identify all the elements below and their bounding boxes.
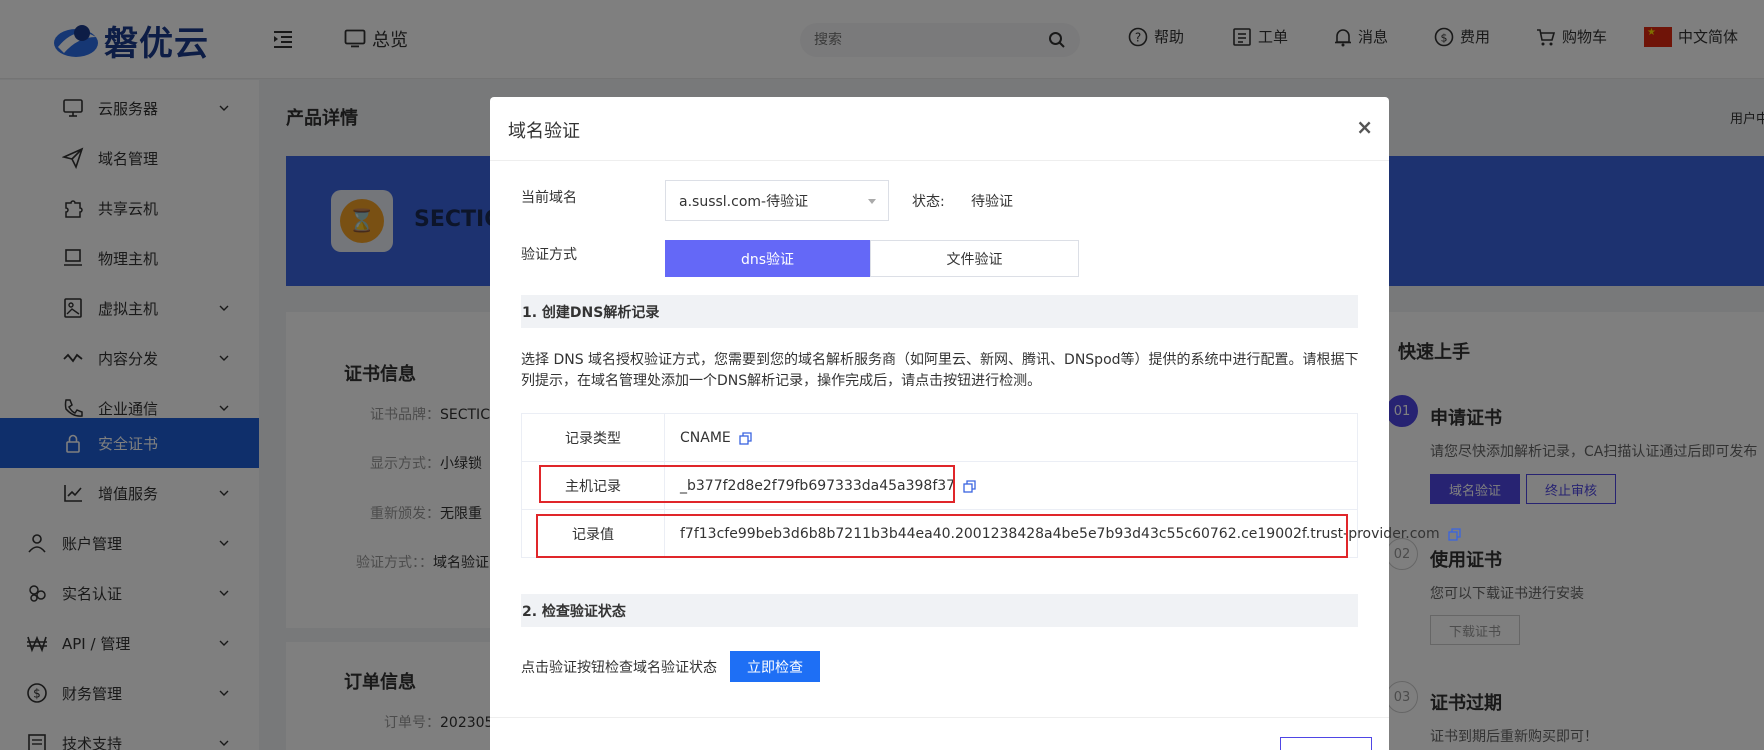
dns-instructions: 选择 DNS 域名授权验证方式，您需要到您的域名解析服务商（如阿里云、新网、腾讯… — [521, 352, 1359, 389]
record-value-cell: CNAME — [680, 414, 752, 462]
copy-icon[interactable] — [963, 479, 976, 493]
status-label: 状态: — [912, 194, 945, 210]
record-key: 记录类型 — [522, 414, 665, 462]
copy-icon[interactable] — [739, 431, 752, 445]
domain-label: 当前域名 — [521, 190, 577, 206]
caret-down-icon — [868, 199, 876, 204]
tab-file-verify[interactable]: 文件验证 — [870, 240, 1079, 277]
method-label: 验证方式 — [521, 247, 577, 263]
tab-dns-verify[interactable]: dns验证 — [665, 240, 870, 277]
highlight-box-value — [536, 514, 1348, 558]
record-value[interactable]: CNAME — [680, 430, 731, 446]
modal-footer-divider — [490, 717, 1389, 718]
copy-icon[interactable] — [1447, 527, 1461, 541]
check-now-button[interactable]: 立即检查 — [730, 651, 820, 682]
section-check-status: 2. 检查验证状态 — [521, 594, 1358, 627]
domain-select[interactable]: a.sussl.com-待验证 — [665, 180, 889, 221]
domain-verify-modal: 域名验证 × 当前域名 a.sussl.com-待验证 状态: 待验证 验证方式… — [490, 97, 1461, 750]
modal-title: 域名验证 — [508, 121, 580, 142]
table-row: 记录类型 CNAME — [522, 414, 1357, 462]
check-instruction: 点击验证按钮检查域名验证状态 — [521, 660, 717, 676]
close-icon[interactable]: × — [1356, 115, 1373, 139]
modal-header: 域名验证 × — [490, 97, 1389, 161]
footer-button[interactable] — [1280, 737, 1372, 750]
status-value: 待验证 — [971, 194, 1013, 210]
highlight-box-host — [539, 465, 955, 503]
domain-select-value: a.sussl.com-待验证 — [679, 193, 809, 210]
section-create-dns: 1. 创建DNS解析记录 — [521, 295, 1358, 328]
